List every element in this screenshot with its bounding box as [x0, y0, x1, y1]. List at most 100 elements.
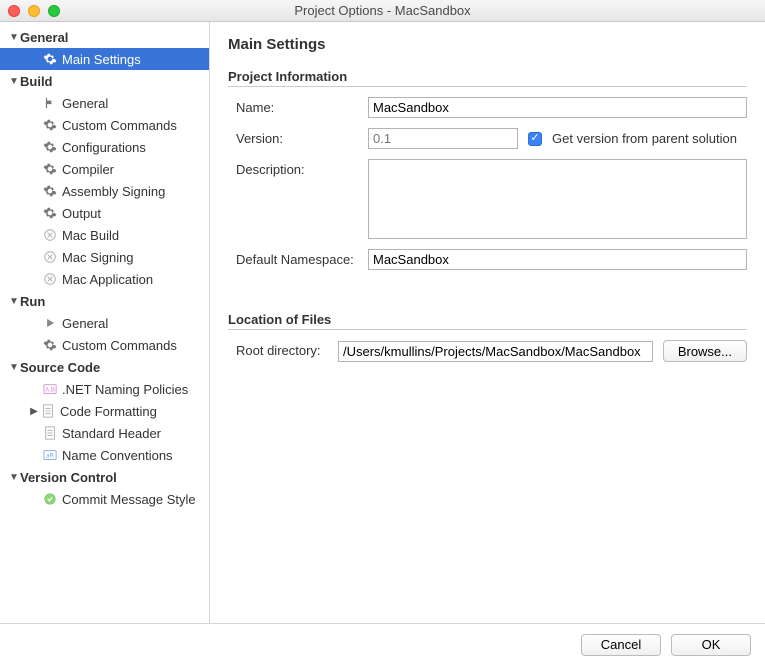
sidebar-item-mac-application[interactable]: Mac Application	[0, 268, 209, 290]
x-circle-icon	[42, 249, 58, 265]
sidebar-category-run[interactable]: ▼ Run	[0, 290, 209, 312]
namespace-input[interactable]	[368, 249, 747, 270]
sidebar-category-label: Version Control	[20, 470, 117, 485]
section-divider	[228, 329, 747, 330]
sidebar-item-build-general[interactable]: General	[0, 92, 209, 114]
sidebar-item-standard-header[interactable]: Standard Header	[0, 422, 209, 444]
section-title-project-info: Project Information	[228, 69, 747, 84]
disclosure-triangle-icon: ▼	[8, 32, 20, 43]
play-icon	[42, 315, 58, 331]
sidebar: ▼ General Main Settings ▼ Build General	[0, 22, 210, 623]
ab-box-icon: A.B	[42, 381, 58, 397]
gear-icon	[42, 337, 58, 353]
sidebar-item-label: Code Formatting	[60, 404, 157, 419]
sidebar-category-label: Source Code	[20, 360, 100, 375]
sidebar-category-general[interactable]: ▼ General	[0, 26, 209, 48]
root-directory-input[interactable]	[338, 341, 653, 362]
disclosure-triangle-icon: ▶	[28, 406, 40, 417]
dialog-footer: Cancel OK	[0, 623, 765, 665]
browse-button[interactable]: Browse...	[663, 340, 747, 362]
document-icon	[42, 425, 58, 441]
section-divider	[228, 86, 747, 87]
sidebar-category-source-code[interactable]: ▼ Source Code	[0, 356, 209, 378]
sidebar-item-label: Standard Header	[62, 426, 161, 441]
document-icon	[40, 403, 56, 419]
sidebar-item-naming-policies[interactable]: A.B .NET Naming Policies	[0, 378, 209, 400]
sidebar-item-label: Mac Build	[62, 228, 119, 243]
sidebar-item-run-general[interactable]: General	[0, 312, 209, 334]
form-row-namespace: Default Namespace:	[228, 249, 747, 270]
sidebar-item-mac-build[interactable]: Mac Build	[0, 224, 209, 246]
sidebar-category-build[interactable]: ▼ Build	[0, 70, 209, 92]
flag-icon	[42, 95, 58, 111]
sidebar-item-code-formatting[interactable]: ▶ Code Formatting	[0, 400, 209, 422]
sidebar-item-commit-style[interactable]: Commit Message Style	[0, 488, 209, 510]
disclosure-triangle-icon: ▼	[8, 296, 20, 307]
sidebar-item-label: General	[62, 316, 108, 331]
name-label: Name:	[228, 97, 368, 115]
close-window-button[interactable]	[8, 5, 20, 17]
svg-text:A.B: A.B	[45, 387, 55, 394]
sidebar-item-label: Custom Commands	[62, 118, 177, 133]
sidebar-item-label: .NET Naming Policies	[62, 382, 188, 397]
check-circle-icon	[42, 491, 58, 507]
disclosure-triangle-icon: ▼	[8, 76, 20, 87]
section-title-location: Location of Files	[228, 312, 747, 327]
sidebar-item-run-custom-commands[interactable]: Custom Commands	[0, 334, 209, 356]
form-row-root-directory: Root directory: Browse...	[228, 340, 747, 362]
sidebar-item-label: Custom Commands	[62, 338, 177, 353]
sidebar-category-version-control[interactable]: ▼ Version Control	[0, 466, 209, 488]
ok-button[interactable]: OK	[671, 634, 751, 656]
main-panel: Main Settings Project Information Name: …	[210, 22, 765, 623]
sidebar-item-configurations[interactable]: Configurations	[0, 136, 209, 158]
x-circle-icon	[42, 227, 58, 243]
gear-icon	[42, 117, 58, 133]
sidebar-category-label: Build	[20, 74, 53, 89]
x-circle-icon	[42, 271, 58, 287]
sidebar-item-label: Commit Message Style	[62, 492, 196, 507]
sidebar-item-mac-signing[interactable]: Mac Signing	[0, 246, 209, 268]
sidebar-category-label: Run	[20, 294, 45, 309]
namespace-label: Default Namespace:	[228, 249, 368, 267]
zoom-window-button[interactable]	[48, 5, 60, 17]
sidebar-item-label: Mac Application	[62, 272, 153, 287]
sidebar-item-label: Main Settings	[62, 52, 141, 67]
sidebar-item-name-conventions[interactable]: aR Name Conventions	[0, 444, 209, 466]
page-title: Main Settings	[228, 36, 747, 53]
gear-icon	[42, 139, 58, 155]
gear-icon	[42, 51, 58, 67]
description-textarea[interactable]	[368, 159, 747, 239]
window-controls	[0, 5, 60, 17]
window-title: Project Options - MacSandbox	[0, 3, 765, 18]
gear-icon	[42, 205, 58, 221]
ar-box-icon: aR	[42, 447, 58, 463]
sidebar-item-label: Name Conventions	[62, 448, 173, 463]
sidebar-item-compiler[interactable]: Compiler	[0, 158, 209, 180]
root-directory-label: Root directory:	[228, 340, 338, 358]
gear-icon	[42, 161, 58, 177]
sidebar-item-label: Compiler	[62, 162, 114, 177]
minimize-window-button[interactable]	[28, 5, 40, 17]
sidebar-item-output[interactable]: Output	[0, 202, 209, 224]
form-row-description: Description:	[228, 159, 747, 239]
sidebar-item-assembly-signing[interactable]: Assembly Signing	[0, 180, 209, 202]
version-input[interactable]	[368, 128, 518, 149]
sidebar-item-custom-commands[interactable]: Custom Commands	[0, 114, 209, 136]
sidebar-category-label: General	[20, 30, 68, 45]
form-row-name: Name:	[228, 97, 747, 118]
sidebar-item-label: Mac Signing	[62, 250, 134, 265]
sidebar-item-label: Output	[62, 206, 101, 221]
disclosure-triangle-icon: ▼	[8, 472, 20, 483]
version-label: Version:	[228, 128, 368, 146]
sidebar-item-label: General	[62, 96, 108, 111]
name-input[interactable]	[368, 97, 747, 118]
cancel-button[interactable]: Cancel	[581, 634, 661, 656]
sidebar-item-label: Assembly Signing	[62, 184, 165, 199]
svg-text:aR: aR	[46, 453, 54, 460]
description-label: Description:	[228, 159, 368, 177]
version-from-parent-checkbox[interactable]: ✓	[528, 132, 542, 146]
sidebar-item-main-settings[interactable]: Main Settings	[0, 48, 209, 70]
disclosure-triangle-icon: ▼	[8, 362, 20, 373]
sidebar-item-label: Configurations	[62, 140, 146, 155]
form-row-version: Version: ✓ Get version from parent solut…	[228, 128, 747, 149]
